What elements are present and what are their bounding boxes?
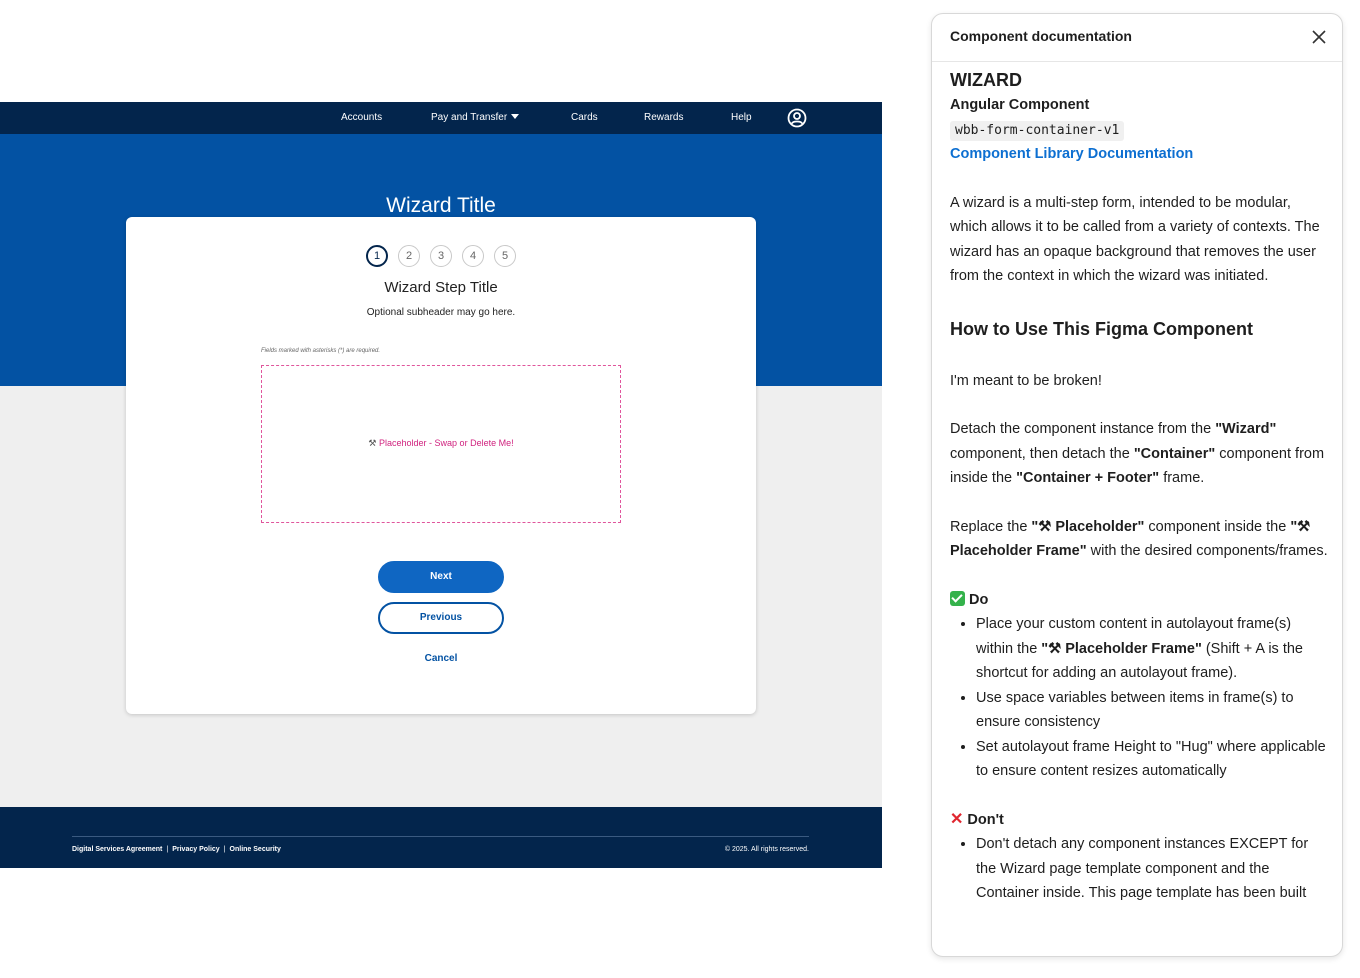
text: Replace the — [950, 518, 1032, 535]
doc-panel-body: WIZARD Angular Component wbb-form-contai… — [950, 68, 1330, 906]
text: "Container" — [1133, 445, 1216, 462]
wizard-card: 1 2 3 4 5 Wizard Step Title Optional sub… — [126, 217, 756, 714]
nav-item-help[interactable]: Help — [731, 102, 752, 134]
list-item: Use space variables between items in fra… — [976, 686, 1330, 735]
top-navigation: Accounts Pay and Transfer Cards Rewards … — [0, 102, 882, 134]
footer-separator: | — [223, 846, 226, 853]
copyright-text: © 2025. All rights reserved. — [724, 846, 809, 853]
text: component, then detach the — [950, 445, 1134, 462]
nav-item-cards[interactable]: Cards — [571, 102, 598, 134]
required-fields-note: Fields marked with asterisks (*) are req… — [261, 348, 381, 354]
do-heading: Do — [950, 588, 1330, 613]
placeholder-text: Placeholder - — [379, 438, 433, 448]
step-4: 4 — [462, 245, 484, 267]
doc-panel-title: Component documentation — [950, 28, 1132, 44]
nav-item-pay-and-transfer[interactable]: Pay and Transfer — [431, 102, 520, 134]
component-documentation-panel: Component documentation WIZARD Angular C… — [931, 13, 1343, 957]
user-circle-icon[interactable] — [787, 108, 807, 128]
previous-button[interactable]: Previous — [378, 602, 504, 634]
how-to-heading: How to Use This Figma Component — [950, 318, 1254, 339]
replace-instructions: Replace the "⚒ Placeholder" component in… — [950, 515, 1330, 564]
doc-intro: A wizard is a multi-step form, intended … — [950, 194, 1320, 285]
doc-heading: WIZARD — [950, 70, 1022, 90]
dont-heading: ✕ Don't — [950, 808, 1330, 833]
step-indicator: 1 2 3 4 5 — [366, 245, 518, 269]
angular-component-label: Angular Component — [950, 97, 1090, 113]
text: "Wizard" — [1215, 421, 1277, 437]
nav-item-label: Pay and Transfer — [431, 112, 508, 123]
list-item: Set autolayout frame Height to "Hug" whe… — [976, 735, 1330, 784]
check-mark-icon — [950, 590, 965, 606]
component-selector-code: wbb-form-container-v1 — [950, 120, 1125, 141]
wizard-page-frame: Accounts Pay and Transfer Cards Rewards … — [0, 102, 882, 868]
do-list: Place your custom content in autolayout … — [976, 612, 1330, 784]
footer-links: Digital Services Agreement | Privacy Polic… — [72, 846, 281, 853]
nav-item-accounts[interactable]: Accounts — [341, 102, 382, 134]
footer-separator: | — [166, 846, 169, 853]
footer-link-privacy-policy[interactable]: Privacy Policy — [172, 846, 219, 853]
footer-link-digital-services-agreement[interactable]: Digital Services Agreement — [72, 846, 162, 853]
component-library-link[interactable]: Component Library Documentation — [950, 142, 1330, 167]
cancel-link[interactable]: Cancel — [378, 653, 504, 664]
placeholder-action: Swap or Delete Me! — [434, 438, 514, 448]
step-3: 3 — [430, 245, 452, 267]
cross-mark-icon: ✕ — [950, 810, 964, 828]
placeholder-label: ⚒ Placeholder - Swap or Delete Me! — [262, 438, 620, 449]
text: frame. — [1159, 470, 1205, 486]
footer-link-online-security[interactable]: Online Security — [230, 846, 281, 853]
step-subheader: Optional subheader may go here. — [366, 307, 516, 318]
step-2: 2 — [398, 245, 420, 267]
step-title: Wizard Step Title — [384, 279, 498, 296]
text: "Container + Footer" — [1016, 470, 1160, 486]
placeholder-frame[interactable]: ⚒ Placeholder - Swap or Delete Me! — [261, 365, 621, 523]
close-icon[interactable] — [1308, 26, 1330, 48]
footer-divider — [72, 836, 809, 837]
page-title: Wizard Title — [386, 194, 496, 217]
text: component inside the — [1144, 518, 1291, 535]
detach-instructions: Detach the component instance from the "… — [950, 417, 1330, 491]
do-heading-text: Do — [969, 591, 989, 608]
text: "⚒ Placeholder Frame" — [1041, 640, 1202, 657]
dont-list: Don't detach any component instances EXC… — [976, 832, 1330, 906]
text: Detach the component instance from the — [950, 421, 1216, 437]
step-5: 5 — [494, 245, 516, 267]
text: "⚒ Placeholder" — [1031, 518, 1145, 535]
hammer-pick-icon: ⚒ — [368, 438, 377, 448]
next-button[interactable]: Next — [378, 561, 504, 593]
dont-heading-text: Don't — [967, 811, 1004, 828]
list-item: Place your custom content in autolayout … — [976, 612, 1330, 686]
caret-down-icon — [511, 113, 520, 119]
text: with the desired components/frames. — [1086, 543, 1328, 559]
nav-item-rewards[interactable]: Rewards — [644, 102, 683, 134]
page-footer: Digital Services Agreement | Privacy Polic… — [0, 807, 882, 868]
step-1: 1 — [366, 245, 388, 267]
broken-note: I'm meant to be broken! — [950, 372, 1102, 389]
doc-panel-header: Component documentation — [932, 14, 1342, 62]
list-item: Don't detach any component instances EXC… — [976, 832, 1330, 906]
